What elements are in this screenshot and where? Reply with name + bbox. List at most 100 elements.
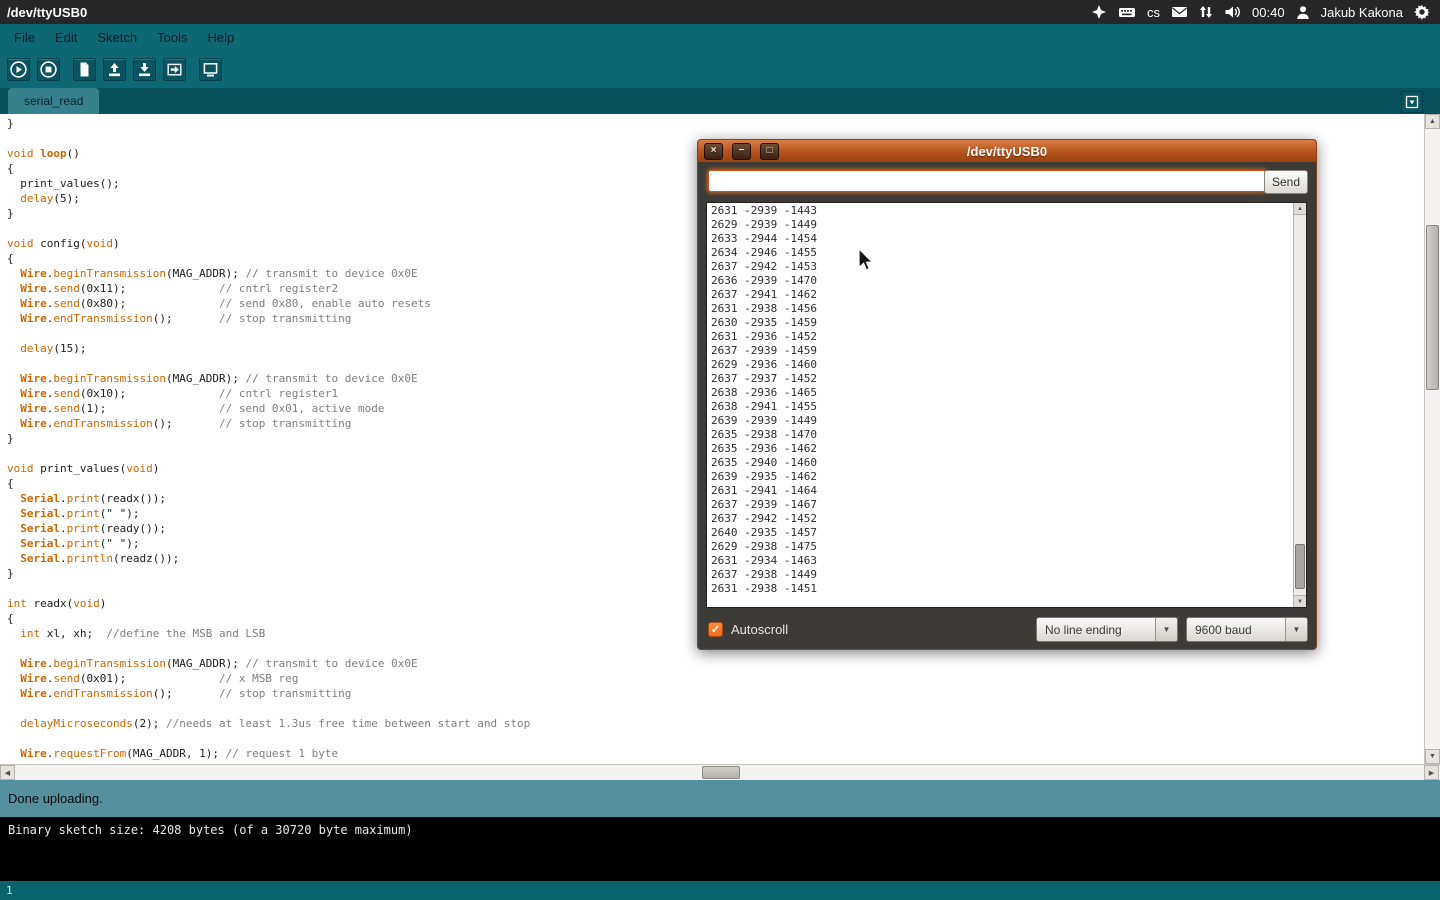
serial-send-input[interactable] bbox=[708, 170, 1266, 192]
code-line bbox=[7, 731, 1424, 746]
serial-output-line: 2639 -2935 -1462 bbox=[711, 470, 1289, 484]
save-sketch-button[interactable] bbox=[133, 58, 156, 81]
system-tray: cs 00:40 Jakub Kakona bbox=[1091, 4, 1440, 20]
username[interactable]: Jakub Kakona bbox=[1321, 5, 1403, 20]
serial-output-line: 2631 -2938 -1451 bbox=[711, 582, 1289, 596]
vertical-scroll-thumb[interactable] bbox=[1426, 225, 1439, 390]
chevron-down-icon[interactable]: ▼ bbox=[1155, 618, 1177, 641]
tab-menu-icon bbox=[1405, 95, 1419, 109]
serial-monitor-window: × − □ /dev/ttyUSB0 Send 2631 -2939 -1443… bbox=[697, 139, 1317, 650]
code-line: Wire.send(0x01); // x MSB reg bbox=[7, 671, 1424, 686]
code-line: Wire.endTransmission(); // stop transmit… bbox=[7, 686, 1424, 701]
system-panel: /dev/ttyUSB0 cs 00:40 Jakub Kakona bbox=[0, 0, 1440, 24]
new-sketch-button[interactable] bbox=[73, 58, 96, 81]
tab-serial-read[interactable]: serial_read bbox=[8, 88, 99, 114]
tab-bar: serial_read bbox=[0, 88, 1440, 114]
maximize-button[interactable]: □ bbox=[760, 143, 779, 160]
keyboard-layout[interactable]: cs bbox=[1147, 5, 1160, 20]
line-ending-select[interactable]: No line ending ▼ bbox=[1036, 617, 1178, 642]
minimize-button[interactable]: − bbox=[732, 143, 751, 160]
scroll-up-button[interactable]: ▲ bbox=[1425, 114, 1440, 129]
serial-output-line: 2636 -2939 -1470 bbox=[711, 274, 1289, 288]
send-button[interactable]: Send bbox=[1264, 170, 1308, 194]
serial-output-line: 2631 -2936 -1452 bbox=[711, 330, 1289, 344]
code-line: Wire.requestFrom(MAG_ADDR, 1); // reques… bbox=[7, 746, 1424, 761]
serial-monitor-titlebar[interactable]: × − □ /dev/ttyUSB0 bbox=[698, 140, 1316, 162]
scroll-down-button[interactable]: ▼ bbox=[1294, 595, 1306, 607]
serial-output-area[interactable]: 2631 -2939 -14432629 -2939 -14492633 -29… bbox=[706, 202, 1307, 608]
serial-output-line: 2629 -2938 -1475 bbox=[711, 540, 1289, 554]
serial-output-line: 2638 -2941 -1455 bbox=[711, 400, 1289, 414]
serial-output-line: 2637 -2941 -1462 bbox=[711, 288, 1289, 302]
serial-output-line: 2630 -2935 -1459 bbox=[711, 316, 1289, 330]
serial-output-line: 2637 -2942 -1453 bbox=[711, 260, 1289, 274]
open-sketch-button[interactable] bbox=[103, 58, 126, 81]
chevron-down-icon[interactable]: ▼ bbox=[1285, 618, 1307, 641]
user-icon[interactable] bbox=[1296, 5, 1310, 20]
serial-output-line: 2637 -2942 -1452 bbox=[711, 512, 1289, 526]
window-title: /dev/ttyUSB0 bbox=[0, 5, 87, 20]
session-gear-icon[interactable] bbox=[1414, 4, 1430, 20]
scroll-up-button[interactable]: ▲ bbox=[1294, 203, 1306, 215]
verify-button[interactable] bbox=[7, 58, 30, 81]
serial-output-line: 2631 -2939 -1443 bbox=[711, 204, 1289, 218]
serial-output-line: 2637 -2939 -1467 bbox=[711, 498, 1289, 512]
upload-button[interactable] bbox=[163, 58, 186, 81]
baud-rate-value: 9600 baud bbox=[1187, 618, 1285, 641]
scroll-left-button[interactable]: ◀ bbox=[0, 765, 15, 780]
window-buttons: × − □ bbox=[704, 143, 779, 160]
line-indicator-bar: 1 bbox=[0, 881, 1440, 900]
mail-icon[interactable] bbox=[1171, 5, 1188, 19]
code-line: Wire.beginTransmission(MAG_ADDR); // tra… bbox=[7, 656, 1424, 671]
autoscroll-checkbox[interactable]: ✓ bbox=[708, 622, 723, 637]
menubar: FileEditSketchToolsHelp bbox=[0, 24, 1440, 50]
serial-output-line: 2635 -2940 -1460 bbox=[711, 456, 1289, 470]
status-message: Done uploading. bbox=[8, 791, 103, 806]
menu-item-tools[interactable]: Tools bbox=[147, 24, 197, 50]
serial-output-line: 2631 -2938 -1456 bbox=[711, 302, 1289, 316]
volume-icon[interactable] bbox=[1224, 4, 1241, 20]
scroll-down-button[interactable]: ▼ bbox=[1425, 749, 1440, 764]
serial-output-line: 2639 -2939 -1449 bbox=[711, 414, 1289, 428]
serial-output-line: 2635 -2938 -1470 bbox=[711, 428, 1289, 442]
close-button[interactable]: × bbox=[704, 143, 723, 160]
serial-output-scrollbar[interactable]: ▲ ▼ bbox=[1293, 203, 1306, 607]
horizontal-scroll-thumb[interactable] bbox=[702, 766, 740, 779]
serial-output-line: 2629 -2936 -1460 bbox=[711, 358, 1289, 372]
indicator-icon[interactable] bbox=[1091, 4, 1107, 20]
serial-output-line: 2634 -2946 -1455 bbox=[711, 246, 1289, 260]
editor-horizontal-scrollbar[interactable]: ◀ ▶ bbox=[0, 764, 1440, 780]
baud-rate-select[interactable]: 9600 baud ▼ bbox=[1186, 617, 1308, 642]
line-ending-value: No line ending bbox=[1037, 618, 1155, 641]
serial-scroll-thumb[interactable] bbox=[1295, 544, 1305, 589]
menu-item-sketch[interactable]: Sketch bbox=[87, 24, 147, 50]
serial-output-line: 2637 -2937 -1452 bbox=[711, 372, 1289, 386]
menu-item-edit[interactable]: Edit bbox=[45, 24, 87, 50]
menu-item-file[interactable]: File bbox=[4, 24, 45, 50]
menu-item-help[interactable]: Help bbox=[197, 24, 244, 50]
serial-output-line: 2629 -2939 -1449 bbox=[711, 218, 1289, 232]
desktop: /dev/ttyUSB0 cs 00:40 Jakub Kakona FileEdi… bbox=[0, 0, 1440, 900]
serial-output-line: 2633 -2944 -1454 bbox=[711, 232, 1289, 246]
serial-output-line: 2631 -2934 -1463 bbox=[711, 554, 1289, 568]
serial-output-line: 2635 -2936 -1462 bbox=[711, 442, 1289, 456]
sync-icon[interactable] bbox=[1199, 4, 1213, 20]
serial-output-line: 2637 -2938 -1449 bbox=[711, 568, 1289, 582]
line-number: 1 bbox=[6, 884, 13, 897]
console-output: Binary sketch size: 4208 bytes (of a 307… bbox=[0, 817, 1440, 881]
code-line: } bbox=[7, 116, 1424, 131]
serial-monitor-button[interactable] bbox=[199, 58, 222, 81]
serial-output-line: 2631 -2941 -1464 bbox=[711, 484, 1289, 498]
serial-output: 2631 -2939 -14432629 -2939 -14492633 -29… bbox=[707, 203, 1293, 607]
clock[interactable]: 00:40 bbox=[1252, 5, 1285, 20]
editor-vertical-scrollbar[interactable]: ▲ ▼ bbox=[1424, 114, 1440, 764]
console-text: Binary sketch size: 4208 bytes (of a 307… bbox=[8, 823, 413, 837]
scroll-right-button[interactable]: ▶ bbox=[1424, 765, 1439, 780]
serial-monitor-title: /dev/ttyUSB0 bbox=[967, 144, 1047, 159]
serial-output-line: 2637 -2939 -1459 bbox=[711, 344, 1289, 358]
status-bar: Done uploading. bbox=[0, 780, 1440, 817]
stop-button[interactable] bbox=[37, 58, 60, 81]
autoscroll-label: Autoscroll bbox=[731, 622, 788, 637]
tab-menu-button[interactable] bbox=[1401, 91, 1423, 113]
keyboard-icon[interactable] bbox=[1118, 4, 1136, 20]
